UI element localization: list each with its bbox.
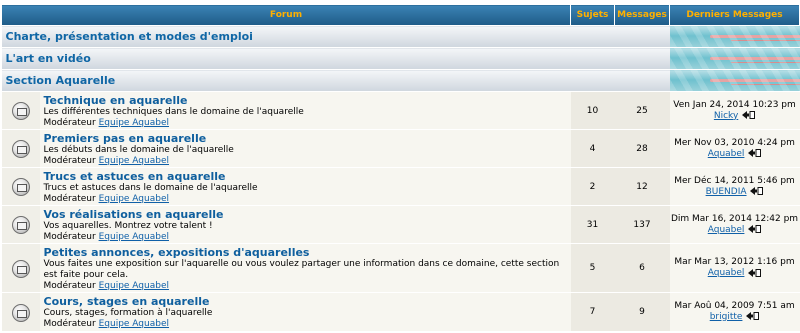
forum-link[interactable]: Vos réalisations en aquarelle bbox=[44, 208, 571, 221]
column-header-topics: Sujets bbox=[570, 4, 616, 26]
category-banner-image bbox=[669, 69, 800, 92]
last-post-user-link[interactable]: Aquabel bbox=[708, 268, 745, 278]
forum-folder-icon bbox=[11, 259, 30, 278]
moderator-label: Modérateur bbox=[43, 281, 96, 291]
goto-last-post-icon[interactable] bbox=[748, 225, 762, 233]
forum-row: Technique en aquarelle Les différentes t… bbox=[1, 91, 800, 130]
forum-folder-icon bbox=[11, 178, 30, 197]
posts-count: 6 bbox=[614, 243, 670, 293]
forum-moderators: Modérateur Equipe Aquabel bbox=[44, 156, 571, 167]
moderator-label: Modérateur bbox=[43, 319, 96, 329]
moderator-link[interactable]: Equipe Aquabel bbox=[99, 232, 169, 242]
column-header-forum: Forum bbox=[0, 4, 572, 26]
category-link[interactable]: Charte, présentation et modes d'emploi bbox=[6, 30, 253, 43]
topics-count: 5 bbox=[570, 243, 615, 293]
goto-last-post-icon[interactable] bbox=[748, 268, 762, 277]
column-header-posts: Messages bbox=[614, 4, 671, 26]
last-post-date: Mar Mar 13, 2012 1:16 pm bbox=[674, 257, 795, 267]
posts-count: 28 bbox=[614, 129, 670, 168]
moderator-label: Modérateur bbox=[43, 118, 96, 128]
goto-last-post-icon[interactable] bbox=[750, 187, 764, 195]
forum-link[interactable]: Trucs et astuces en aquarelle bbox=[44, 170, 571, 183]
forum-description: Trucs et astuces dans le domaine de l'aq… bbox=[43, 183, 258, 193]
forum-row: Trucs et astuces en aquarelle Trucs et a… bbox=[1, 167, 800, 206]
last-post-date: Mar Aoû 04, 2009 7:51 am bbox=[674, 300, 795, 311]
goto-last-post-icon[interactable] bbox=[742, 111, 756, 119]
posts-count: 12 bbox=[614, 167, 670, 206]
topics-count: 10 bbox=[570, 91, 615, 130]
moderator-label: Modérateur bbox=[43, 232, 96, 242]
moderator-link[interactable]: Equipe Aquabel bbox=[99, 194, 169, 204]
column-header-last-posts: Derniers Messages bbox=[669, 4, 800, 26]
forum-description: Vos aquarelles. Montrez votre talent ! bbox=[43, 221, 213, 231]
forum-row: Petites annonces, expositions d'aquarell… bbox=[1, 243, 800, 293]
forum-folder-icon bbox=[11, 140, 30, 159]
category-banner-image bbox=[669, 47, 800, 70]
category-row: Charte, présentation et modes d'emploi bbox=[1, 25, 800, 48]
moderator-label: Modérateur bbox=[43, 194, 96, 204]
goto-last-post-icon[interactable] bbox=[746, 312, 760, 321]
last-post-user-link[interactable]: Aquabel bbox=[708, 225, 745, 235]
forum-moderators: Modérateur Equipe Aquabel bbox=[44, 118, 571, 129]
category-link[interactable]: L'art en vidéo bbox=[6, 52, 91, 65]
last-post-user-link[interactable]: brigitte bbox=[710, 312, 743, 322]
last-post-user-link[interactable]: Nicky bbox=[714, 111, 738, 121]
forum-moderators: Modérateur Equipe Aquabel bbox=[44, 281, 571, 292]
moderator-link[interactable]: Equipe Aquabel bbox=[99, 118, 169, 128]
moderator-link[interactable]: Equipe Aquabel bbox=[99, 319, 169, 329]
category-row: Section Aquarelle bbox=[1, 69, 800, 92]
forum-moderators: Modérateur Equipe Aquabel bbox=[44, 194, 571, 205]
forum-moderators: Modérateur Equipe Aquabel bbox=[44, 232, 571, 243]
posts-count: 25 bbox=[614, 91, 670, 130]
forum-index-table: Forum Sujets Messages Derniers Messages … bbox=[0, 4, 800, 331]
category-row: L'art en vidéo bbox=[1, 47, 800, 70]
last-post-date: Dim Mar 16, 2014 12:42 pm bbox=[670, 213, 799, 224]
forum-row: Premiers pas en aquarelle Les débuts dan… bbox=[1, 129, 800, 168]
forum-link[interactable]: Premiers pas en aquarelle bbox=[44, 132, 571, 145]
topics-count: 4 bbox=[570, 129, 615, 168]
moderator-link[interactable]: Equipe Aquabel bbox=[99, 281, 169, 291]
forum-row: Cours, stages en aquarelle Cours, stages… bbox=[1, 292, 800, 331]
last-post-date: Mer Nov 03, 2010 4:24 pm bbox=[674, 137, 795, 148]
forum-description: Les débuts dans le domaine de l'aquarell… bbox=[43, 145, 234, 155]
forum-moderators: Modérateur Equipe Aquabel bbox=[44, 319, 571, 330]
topics-count: 7 bbox=[570, 292, 615, 331]
forum-link[interactable]: Cours, stages en aquarelle bbox=[44, 295, 571, 308]
forum-link[interactable]: Technique en aquarelle bbox=[44, 94, 571, 107]
moderator-link[interactable]: Equipe Aquabel bbox=[99, 156, 169, 166]
topics-count: 2 bbox=[570, 167, 615, 206]
forum-description: Cours, stages, formation à l'aquarelle bbox=[43, 308, 213, 318]
moderator-label: Modérateur bbox=[43, 156, 96, 166]
forum-description: Vous faites une exposition sur l'aquarel… bbox=[43, 259, 560, 280]
goto-last-post-icon[interactable] bbox=[748, 149, 762, 157]
forum-folder-icon bbox=[11, 303, 30, 322]
category-link[interactable]: Section Aquarelle bbox=[6, 74, 116, 87]
forum-folder-icon bbox=[11, 216, 30, 235]
last-post-date: Mer Déc 14, 2011 5:46 pm bbox=[674, 175, 795, 186]
posts-count: 9 bbox=[614, 292, 670, 331]
category-banner-image bbox=[669, 25, 800, 48]
forum-link[interactable]: Petites annonces, expositions d'aquarell… bbox=[44, 246, 571, 259]
last-post-date: Ven Jan 24, 2014 10:23 pm bbox=[673, 99, 796, 110]
forum-folder-icon bbox=[11, 102, 30, 121]
forum-row: Vos réalisations en aquarelle Vos aquare… bbox=[1, 205, 800, 244]
posts-count: 137 bbox=[614, 205, 670, 244]
topics-count: 31 bbox=[570, 205, 615, 244]
last-post-user-link[interactable]: Aquabel bbox=[708, 149, 745, 159]
forum-description: Les différentes techniques dans le domai… bbox=[43, 107, 304, 117]
last-post-user-link[interactable]: BUENDIA bbox=[706, 187, 747, 197]
